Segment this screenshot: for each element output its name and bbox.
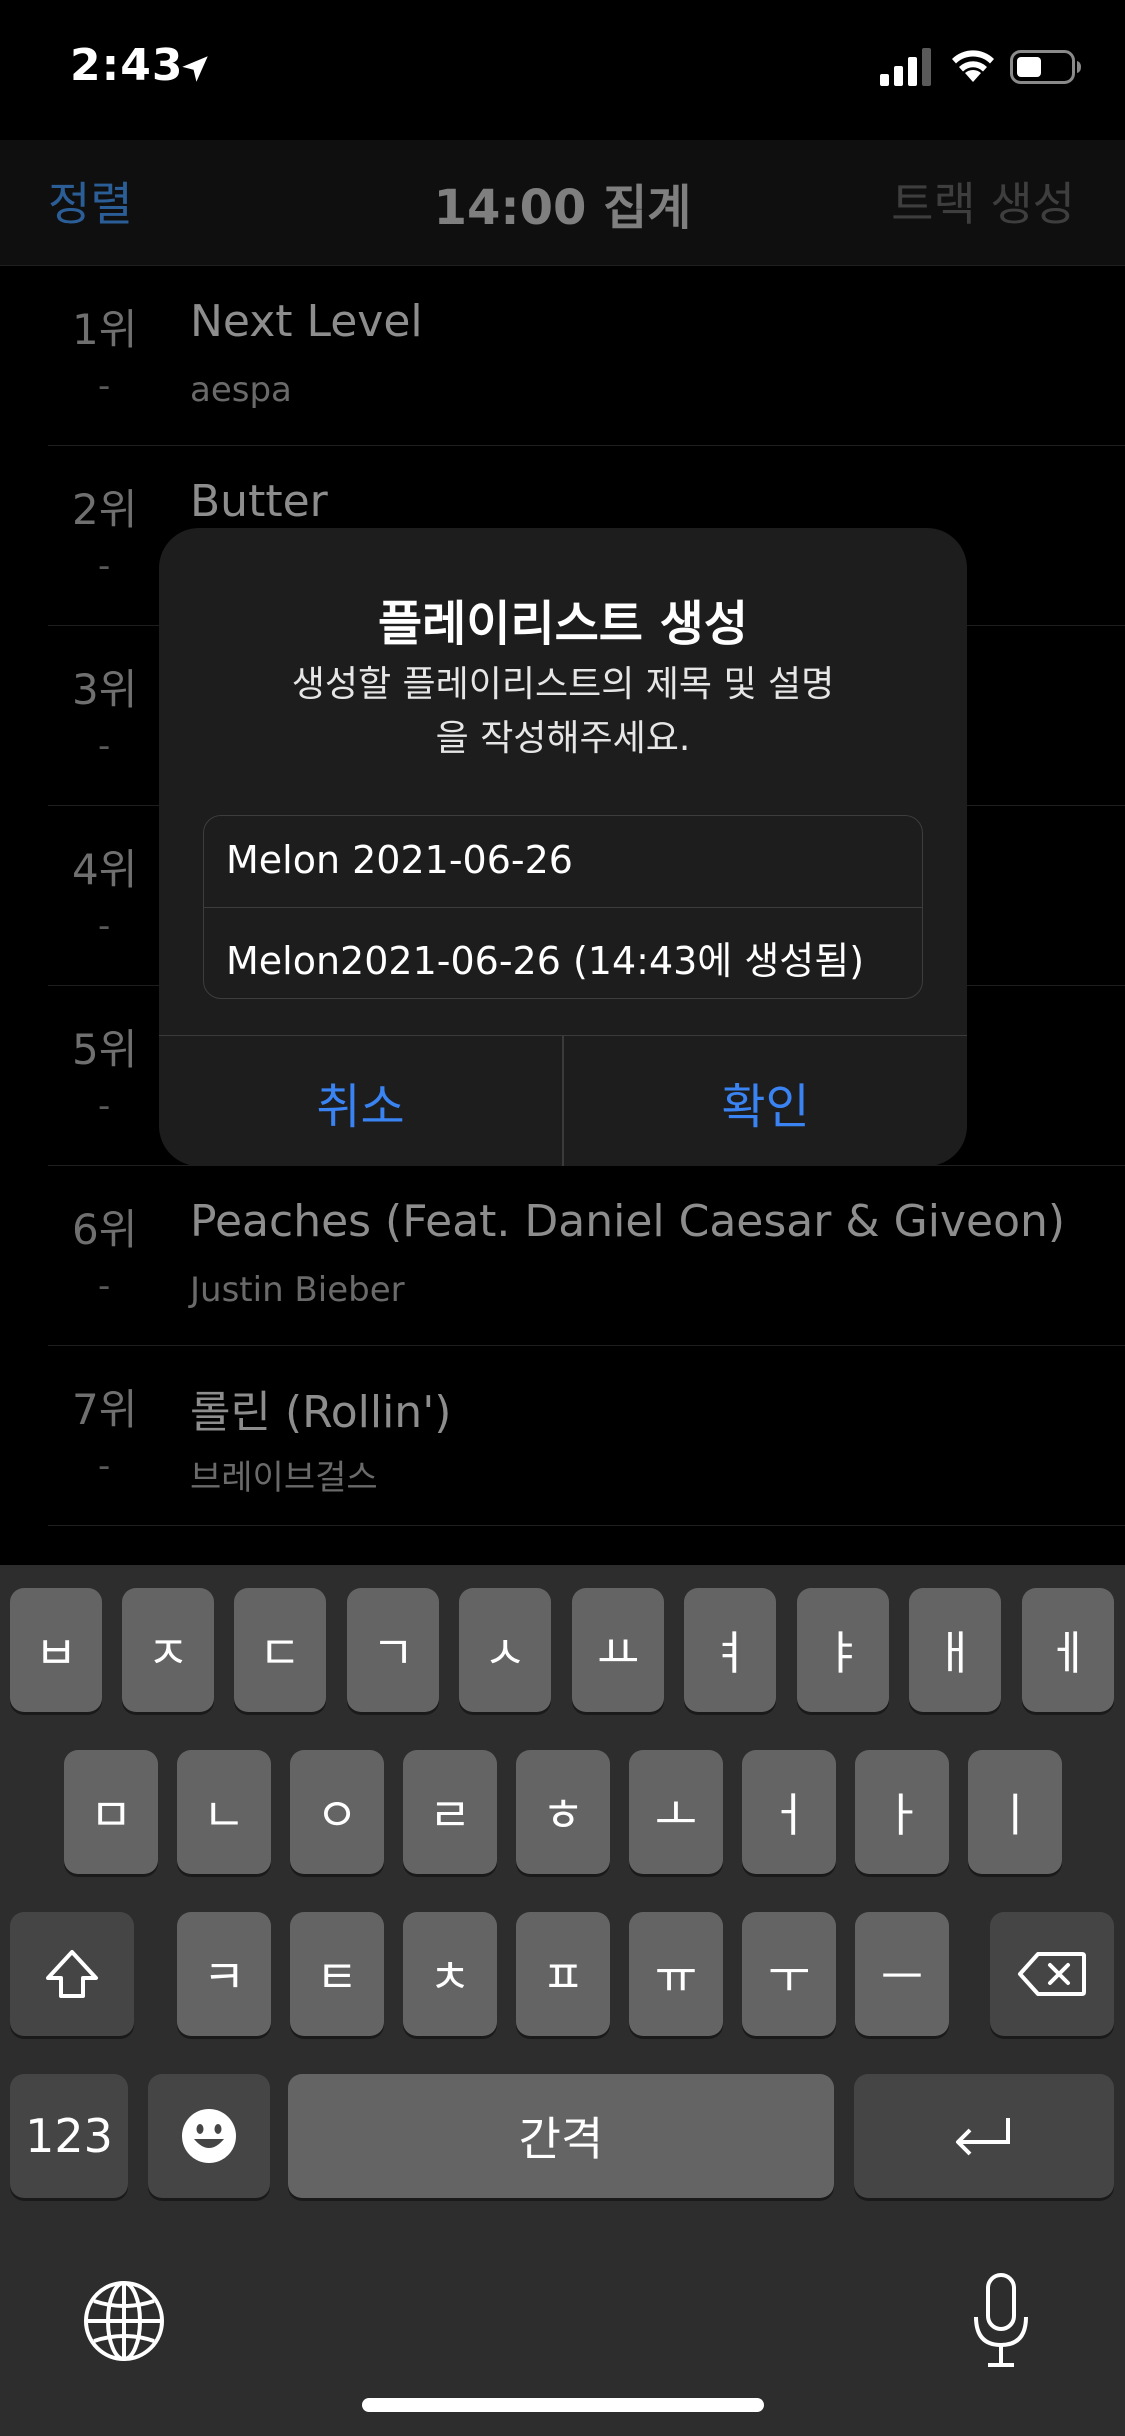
shift-key[interactable] [10,1912,134,2036]
key[interactable]: ㅗ [629,1750,723,1874]
key[interactable]: ㅛ [572,1588,664,1712]
return-icon [956,2118,1010,2156]
key[interactable]: ㄱ [347,1588,439,1712]
wifi-icon [952,50,994,82]
key[interactable]: ㅎ [516,1750,610,1874]
rank-label: 3위 [72,665,138,714]
artist-name: aespa [190,370,292,410]
key[interactable]: ㄷ [234,1588,326,1712]
key[interactable]: ㅈ [122,1588,214,1712]
emoji-icon [182,2109,236,2163]
key[interactable]: ㄴ [177,1750,271,1874]
song-title: Butter [190,476,328,527]
rank-label: 7위 [72,1385,138,1434]
numbers-key[interactable]: 123 [10,2074,128,2198]
chart-row[interactable]: 7위 - 롤린 (Rollin') 브레이브걸스 [48,1346,1125,1526]
cancel-button[interactable]: 취소 [159,1036,562,1166]
key[interactable]: ㅜ [742,1912,836,2036]
key[interactable]: ㅂ [10,1588,102,1712]
playlist-description-value: Melon2021-06-26 (14:43에 생성됨) [226,939,865,983]
rank-change: - [98,1086,111,1126]
space-key[interactable]: 간격 [288,2074,834,2198]
key[interactable]: ㅌ [290,1912,384,2036]
key[interactable]: ㅇ [290,1750,384,1874]
microphone-icon[interactable] [966,2271,1036,2371]
key[interactable]: ㄹ [403,1750,497,1874]
artist-name: 브레이브걸스 [190,1458,378,1498]
rank-label: 5위 [72,1025,138,1074]
key[interactable]: ㅊ [403,1912,497,2036]
key[interactable]: ㅠ [629,1912,723,2036]
location-arrow-icon [182,56,208,82]
playlist-title-field[interactable]: Melon 2021-06-26 [204,816,922,906]
key[interactable]: ㅁ [64,1750,158,1874]
song-title: 롤린 (Rollin') [190,1387,452,1438]
rank-change: - [98,1266,111,1306]
cellular-signal-icon [880,48,931,86]
create-playlist-dialog: 플레이리스트 생성 생성할 플레이리스트의 제목 및 설명을 작성해주세요. M… [159,528,967,1166]
key[interactable]: ㅅ [459,1588,551,1712]
key[interactable]: ㅐ [909,1588,1001,1712]
rank-change: - [98,726,111,766]
playlist-description-field[interactable]: Melon2021-06-26 (14:43에 생성됨) [204,907,922,998]
rank-label: 4위 [72,845,138,894]
create-track-button[interactable]: 트랙 생성 [891,168,1075,234]
globe-icon[interactable] [80,2277,168,2365]
key[interactable]: ㅣ [968,1750,1062,1874]
key[interactable]: ㅔ [1022,1588,1114,1712]
song-title: Peaches (Feat. Daniel Caesar & Giveon) [190,1196,1066,1247]
key[interactable]: ㅡ [855,1912,949,2036]
nav-bar: 정렬 14:00 집계 트랙 생성 [0,140,1125,266]
rank-label: 1위 [72,305,138,354]
rank-label: 6위 [72,1205,138,1254]
battery-icon [1010,50,1081,84]
chart-row[interactable]: 1위 - Next Level aespa [48,266,1125,446]
key[interactable]: ㅏ [855,1750,949,1874]
key[interactable]: ㅍ [516,1912,610,2036]
key[interactable]: ㅋ [177,1912,271,2036]
rank-change: - [98,906,111,946]
rank-change: - [98,366,111,406]
delete-icon [1018,1952,1086,1996]
dialog-buttons: 취소 확인 [159,1035,967,1166]
dialog-fields: Melon 2021-06-26 Melon2021-06-26 (14:43에… [203,815,923,999]
delete-key[interactable] [990,1912,1114,2036]
emoji-key[interactable] [148,2074,270,2198]
rank-label: 2위 [72,485,138,534]
shift-icon [46,1950,98,1998]
key[interactable]: ㅑ [797,1588,889,1712]
song-title: Next Level [190,296,423,347]
dialog-message: 생성할 플레이리스트의 제목 및 설명을 작성해주세요. [291,664,835,759]
home-indicator [362,2398,764,2412]
artist-name: Justin Bieber [190,1270,405,1310]
key[interactable]: ㅕ [684,1588,776,1712]
rank-change: - [98,1446,111,1486]
dialog-title: 플레이리스트 생성 [378,596,748,652]
confirm-button[interactable]: 확인 [564,1036,967,1166]
key[interactable]: ㅓ [742,1750,836,1874]
rank-change: - [98,546,111,586]
status-bar: 2:43 [0,0,1125,140]
chart-row[interactable]: 6위 - Peaches (Feat. Daniel Caesar & Give… [48,1166,1125,1346]
playlist-title-value: Melon 2021-06-26 [226,838,573,882]
status-time: 2:43 [70,40,184,91]
return-key[interactable] [854,2074,1114,2198]
